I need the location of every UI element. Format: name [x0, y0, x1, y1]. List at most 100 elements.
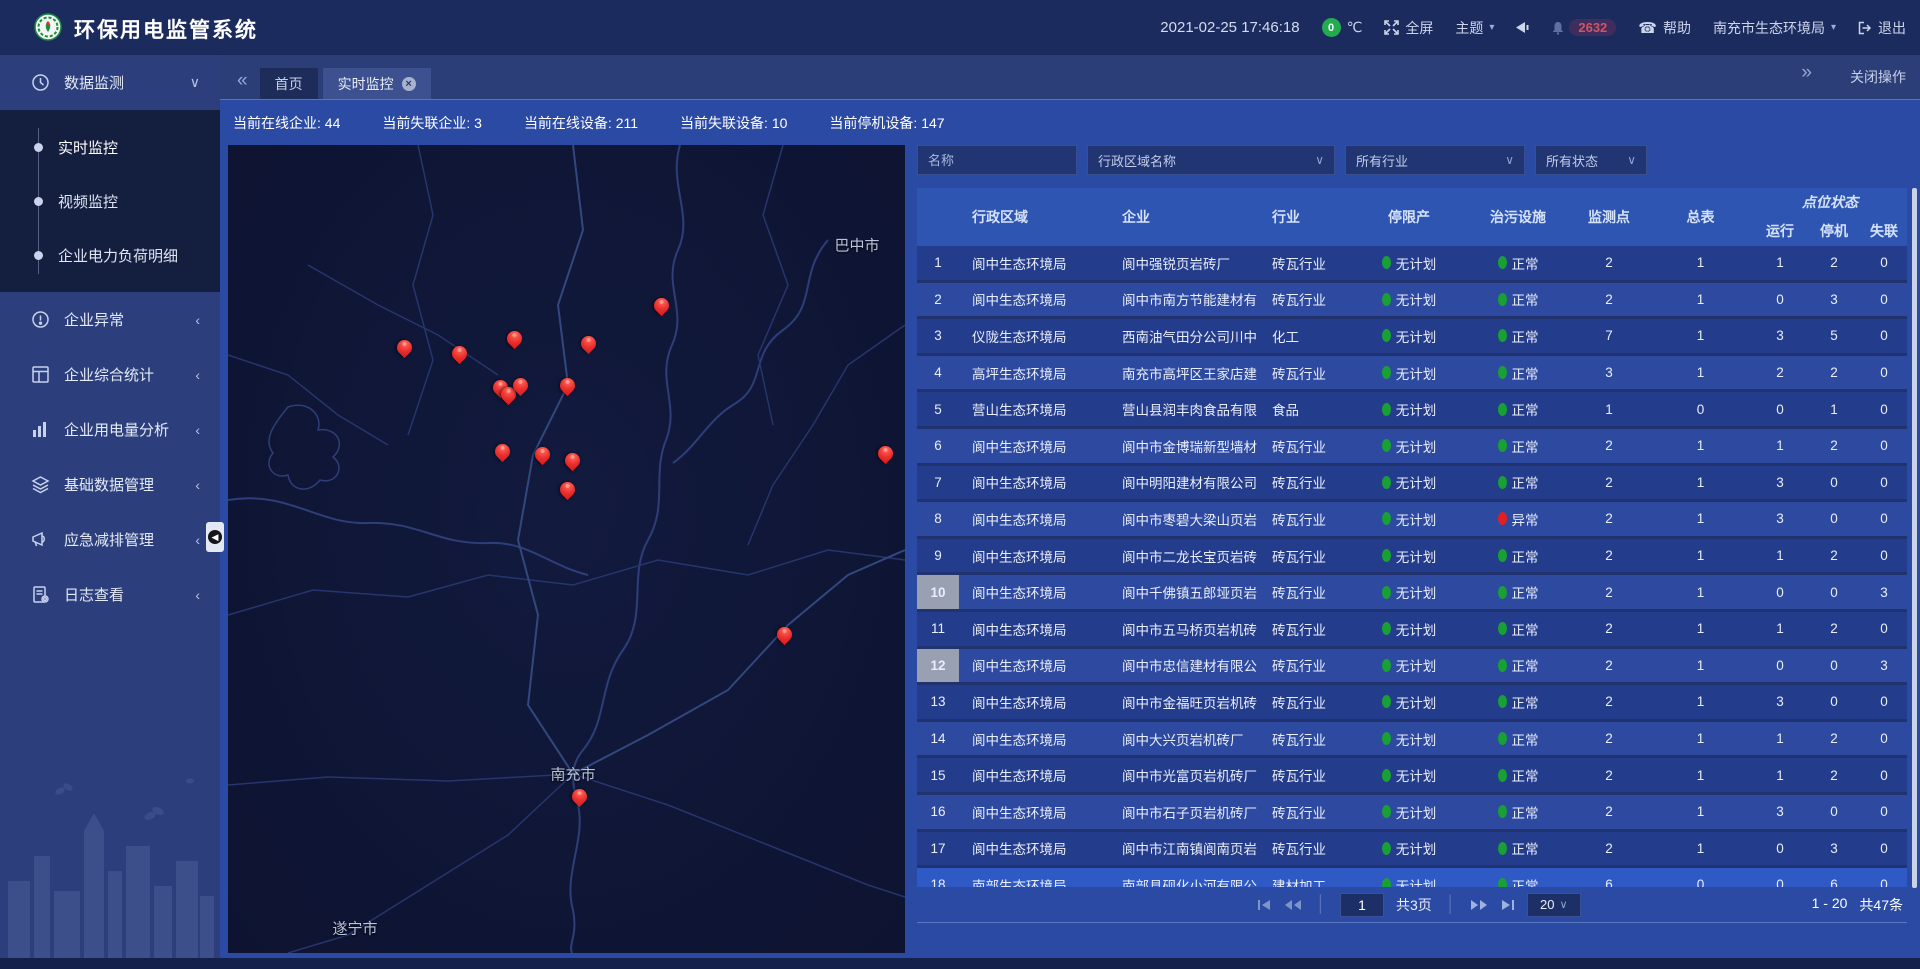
chevron-down-icon: ∨: [1505, 153, 1514, 167]
name-filter-input[interactable]: [917, 145, 1077, 175]
notification-widget[interactable]: 2632: [1551, 19, 1616, 36]
stat-label: 当前在线企业:: [233, 115, 325, 131]
table-row[interactable]: 9阆中生态环境局阆中市二龙长宝页岩砖砖瓦行业无计划正常21120: [917, 539, 1907, 576]
sidebar-item[interactable]: 实时监控: [0, 120, 220, 174]
col-header-meter: 总表: [1648, 188, 1753, 246]
table-row[interactable]: 3仪陇生态环境局西南油气田分公司川中化工无计划正常71350: [917, 319, 1907, 356]
first-page-button[interactable]: [1257, 899, 1272, 911]
sidebar-group[interactable]: 日志查看‹: [0, 567, 220, 622]
table-row[interactable]: 2阆中生态环境局阆中市南方节能建材有砖瓦行业无计划正常21030: [917, 283, 1907, 320]
sidebar-group[interactable]: 数据监测∨: [0, 55, 220, 110]
tab-首页[interactable]: 首页: [260, 68, 318, 99]
bottom-edge: [0, 958, 1920, 969]
col-header-point-status-group: 点位状态 运行 停机 失联: [1753, 188, 1907, 246]
map-basemap: [228, 145, 905, 953]
sidebar-item[interactable]: 视频监控: [0, 174, 220, 228]
sidebar-group[interactable]: 应急减排管理‹: [0, 512, 220, 567]
table-row[interactable]: 12阆中生态环境局阆中市忠信建材有限公砖瓦行业无计划正常21003: [917, 649, 1907, 686]
status-dot-icon: [1498, 659, 1507, 672]
sidebar-group[interactable]: 企业综合统计‹: [0, 347, 220, 402]
table-row[interactable]: 14阆中生态环境局阆中大兴页岩机砖厂砖瓦行业无计划正常21120: [917, 722, 1907, 759]
layers-icon: [30, 475, 50, 495]
status-dot-icon: [1382, 512, 1391, 525]
topbar: 环保用电监管系统 2021-02-25 17:46:18 0 ℃ 全屏 主题▾ …: [0, 0, 1920, 55]
filter-bar: 行政区域名称∨ 所有行业∨ 所有状态∨: [917, 145, 1647, 175]
row-index-cell: 9: [917, 539, 959, 573]
bullet-icon: [34, 251, 43, 260]
status-dot-icon: [1382, 293, 1391, 306]
map-city-label: 遂宁市: [332, 918, 377, 939]
close-icon[interactable]: ×: [402, 77, 416, 91]
sidebar-group[interactable]: 基础数据管理 ‹: [0, 457, 220, 512]
status-dot-icon: [1498, 329, 1507, 342]
page-number-input[interactable]: [1340, 893, 1384, 917]
stat-label: 当前失联设备:: [680, 115, 772, 131]
table-row[interactable]: 1阆中生态环境局阆中强锐页岩砖厂砖瓦行业无计划正常21120: [917, 246, 1907, 283]
table-row[interactable]: 17阆中生态环境局阆中市江南镇阆南页岩砖瓦行业无计划正常21030: [917, 832, 1907, 869]
status-dot-icon: [1382, 842, 1391, 855]
chevron-down-icon: ▾: [1831, 22, 1836, 33]
col-header-limit: 停限产: [1352, 188, 1466, 246]
table-row[interactable]: 4高坪生态环境局南充市高坪区王家店建砖瓦行业无计划正常31220: [917, 356, 1907, 393]
table-row[interactable]: 7阆中生态环境局阆中明阳建材有限公司砖瓦行业无计划正常21300: [917, 466, 1907, 503]
log-icon: [30, 585, 50, 605]
row-index-cell: 10: [917, 575, 959, 609]
logout-button[interactable]: 退出: [1858, 18, 1906, 38]
table-row[interactable]: 18南部生态环境局南部县砚化小河有限公建材加工无计划正常60060: [917, 868, 1907, 887]
theme-menu-button[interactable]: 主题▾: [1455, 18, 1494, 38]
org-menu-button[interactable]: 南充市生态环境局▾: [1713, 18, 1836, 38]
sidebar-submenu: 实时监控视频监控企业电力负荷明细: [0, 110, 220, 292]
fullscreen-button[interactable]: 全屏: [1384, 18, 1433, 38]
status-dot-icon: [1498, 549, 1507, 562]
row-index-cell: 6: [917, 429, 959, 463]
sidebar-group-label: 数据监测: [64, 72, 124, 93]
sidebar-group[interactable]: 企业用电量分析‹: [0, 402, 220, 457]
table-row[interactable]: 13阆中生态环境局阆中市金福旺页岩机砖砖瓦行业无计划正常21300: [917, 685, 1907, 722]
status-dot-icon: [1498, 403, 1507, 416]
stat-item: 当前在线企业: 44: [233, 113, 340, 133]
chevron-left-icon: ‹: [195, 532, 200, 548]
sidebar-item-label: 企业电力负荷明细: [58, 245, 178, 266]
table-scrollbar[interactable]: [1912, 188, 1917, 888]
table-row[interactable]: 16阆中生态环境局阆中市石子页岩机砖厂砖瓦行业无计划正常21300: [917, 795, 1907, 832]
status-dot-icon: [1498, 878, 1507, 887]
close-operations-button[interactable]: 关闭操作: [1850, 67, 1906, 87]
tabs-scroll-left-button[interactable]: «: [231, 70, 254, 92]
chevron-left-icon: ‹: [195, 477, 200, 493]
tabs-scroll-right-button[interactable]: »: [1795, 62, 1818, 84]
sidebar-item[interactable]: 企业电力负荷明细: [0, 228, 220, 282]
region-filter-select[interactable]: 行政区域名称∨: [1087, 145, 1335, 175]
map-city-label: 南充市: [550, 764, 595, 785]
sidebar-group-label: 基础数据管理: [64, 474, 154, 495]
prev-page-button[interactable]: [1284, 899, 1302, 911]
help-button[interactable]: ☎ 帮助: [1638, 18, 1691, 38]
page-size-select[interactable]: 20∨: [1527, 893, 1581, 917]
table-row[interactable]: 15阆中生态环境局阆中市光富页岩机砖厂砖瓦行业无计划正常21120: [917, 758, 1907, 795]
sidebar-group[interactable]: 企业异常‹: [0, 292, 220, 347]
table-row[interactable]: 6阆中生态环境局阆中市金博瑞新型墙材砖瓦行业无计划正常21120: [917, 429, 1907, 466]
table-row[interactable]: 8阆中生态环境局阆中市枣碧大梁山页岩砖瓦行业无计划异常21300: [917, 502, 1907, 539]
stat-value: 147: [921, 115, 944, 131]
voice-broadcast-button[interactable]: [1516, 21, 1529, 34]
col-header-industry: 行业: [1262, 188, 1352, 246]
chevron-down-icon: ∨: [1627, 153, 1636, 167]
sidebar-collapse-button[interactable]: ◀: [206, 522, 224, 552]
total-pages-label: 共3页: [1396, 895, 1432, 915]
table-row[interactable]: 5营山生态环境局营山县润丰肉食品有限食品无计划正常10010: [917, 392, 1907, 429]
tab-实时监控[interactable]: 实时监控×: [323, 68, 431, 99]
alert-icon: [30, 310, 50, 330]
table-row[interactable]: 11阆中生态环境局阆中市五马桥页岩机砖砖瓦行业无计划正常21120: [917, 612, 1907, 649]
status-dot-icon: [1498, 293, 1507, 306]
next-page-button[interactable]: [1470, 899, 1488, 911]
status-dot-icon: [1498, 695, 1507, 708]
temperature-badge: 0: [1322, 18, 1341, 37]
table-row[interactable]: 10阆中生态环境局阆中千佛镇五郎垭页岩砖瓦行业无计划正常21003: [917, 575, 1907, 612]
industry-filter-select[interactable]: 所有行业∨: [1345, 145, 1525, 175]
status-dot-icon: [1382, 805, 1391, 818]
map-panel[interactable]: 巴中市南充市遂宁市: [228, 145, 905, 953]
chevron-left-icon: ‹: [195, 367, 200, 383]
stat-item: 当前在线设备: 211: [524, 113, 638, 133]
notification-count-badge[interactable]: 2632: [1569, 19, 1616, 36]
last-page-button[interactable]: [1500, 899, 1515, 911]
status-filter-select[interactable]: 所有状态∨: [1535, 145, 1647, 175]
